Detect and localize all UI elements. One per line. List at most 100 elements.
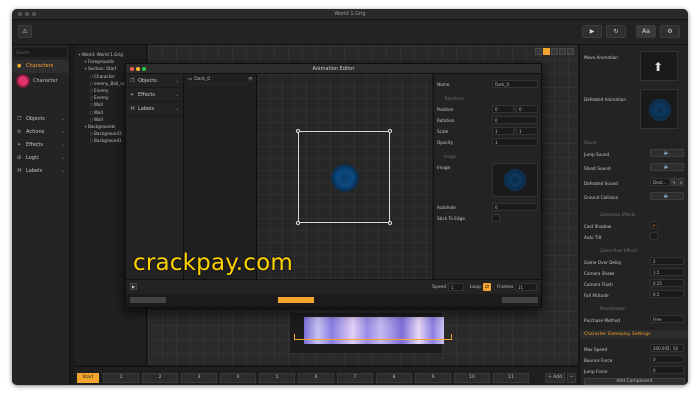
add-section-button[interactable]: + Add [545, 373, 565, 383]
warning-icon[interactable]: ⚠ [18, 25, 32, 38]
timeline-slot[interactable]: 3 [181, 373, 217, 383]
camera-shake-field[interactable]: 1.5 [650, 268, 684, 276]
tool-select-icon[interactable] [543, 48, 550, 55]
play-icon[interactable]: ▶ [582, 25, 602, 38]
image-thumbnail[interactable] [492, 163, 538, 197]
star-icon: ✦ [17, 142, 22, 148]
cast-shadow-checkbox[interactable]: ✔ [650, 221, 658, 229]
tool-zoom-icon[interactable] [559, 48, 566, 55]
fall-altitude-field[interactable]: 0.5 [650, 290, 684, 298]
resize-handle[interactable] [296, 129, 300, 133]
timeline-slot[interactable]: 2 [142, 373, 178, 383]
game-frame[interactable] [290, 313, 444, 353]
modal-window-controls[interactable] [130, 67, 146, 71]
position-x-field[interactable]: 0 [492, 105, 514, 113]
hierarchy-row-label: World: World 1.Grig [82, 52, 123, 57]
chevron-down-icon: ⌄ [174, 106, 179, 112]
minimize-icon[interactable] [136, 67, 140, 71]
close-icon[interactable] [130, 67, 134, 71]
purchase-method-select[interactable]: Free [650, 315, 684, 323]
chevron-down-icon: ⌄ [60, 168, 65, 174]
jump-sound-label: Jump Sound [584, 152, 610, 157]
move-animation-thumbnail[interactable]: ⬆ [640, 51, 678, 81]
name-field[interactable]: Dark_0 [492, 80, 538, 88]
gear-icon[interactable]: ⚙ [660, 25, 680, 38]
edit-pencil-icon[interactable]: ✎ [671, 178, 677, 186]
timeline-slot[interactable]: 10 [454, 373, 490, 383]
timeline-slot[interactable]: 6 [298, 373, 334, 383]
hierarchy-row-label: Backgrounds [88, 123, 116, 129]
sidebar-item-characters[interactable]: ● Characters [12, 60, 69, 73]
resize-handle[interactable] [296, 221, 300, 225]
animation-track[interactable] [126, 294, 541, 307]
modal-category-objects[interactable]: ❒ Objects ⌄ [126, 74, 183, 88]
opacity-field[interactable]: 1 [492, 138, 538, 146]
camera-flash-field[interactable]: 0.25 [650, 279, 684, 287]
opacity-label: Opacity [437, 140, 454, 145]
selection-box[interactable] [296, 129, 392, 225]
jump-force-field[interactable]: 0 [650, 366, 684, 374]
category-label: Labels [138, 106, 155, 112]
loop-toggle[interactable]: ⇄ [483, 283, 491, 291]
scale-x-field[interactable]: 1 [492, 127, 514, 135]
resize-handle[interactable] [388, 221, 392, 225]
character-ball-thumbnail [18, 76, 28, 86]
modal-category-effects[interactable]: ✦ Effects ⌄ [126, 88, 183, 102]
speed-field[interactable]: 1 [448, 283, 464, 291]
remove-icon[interactable]: × [678, 178, 684, 186]
remove-section-button[interactable]: − [567, 373, 576, 383]
bounce-force-field[interactable]: 0 [650, 355, 684, 363]
add-component-button[interactable]: Add Component [584, 378, 685, 385]
tool-layer-icon[interactable] [567, 48, 574, 55]
sidebar-item-logic[interactable]: ⊞ Logic ⌄ [12, 152, 69, 165]
track-range-left[interactable] [130, 297, 166, 303]
star-icon: ✦ [130, 92, 135, 98]
scale-y-field[interactable]: 1 [516, 127, 538, 135]
frames-field[interactable]: 11 [515, 283, 537, 291]
max-speed-field[interactable]: 200.001 [650, 344, 670, 352]
ground-collision-speaker-icon[interactable]: 🔈 [650, 192, 684, 200]
gameplay-settings-header[interactable]: Character Gameplay Settings [580, 330, 688, 339]
auto-tilt-checkbox[interactable] [650, 232, 658, 240]
jump-sound-speaker-icon[interactable]: 🔈 [650, 149, 684, 157]
resize-handle[interactable] [388, 129, 392, 133]
category-label: Effects [138, 92, 155, 98]
timeline-slot[interactable]: 8 [376, 373, 412, 383]
sidebar-item-actions[interactable]: ⚙ Actions ⌄ [12, 126, 69, 139]
track-frame-selected[interactable] [278, 297, 314, 303]
max-speed-field-2[interactable]: 50 [670, 344, 684, 352]
tool-grid-icon[interactable] [535, 48, 542, 55]
timeline-slot[interactable]: 5 [259, 373, 295, 383]
layer-item[interactable]: ▭ Dark_0 [188, 76, 248, 84]
timeline-slot[interactable]: 4 [220, 373, 256, 383]
sidebar-item-effects[interactable]: ✦ Effects ⌄ [12, 139, 69, 152]
timeline-slot[interactable]: 9 [415, 373, 451, 383]
gallery-item-character[interactable]: Character [18, 76, 58, 86]
position-y-field[interactable]: 0 [516, 105, 538, 113]
defeated-sound-field[interactable]: Deat... [650, 178, 670, 186]
person-icon: ● [17, 63, 22, 69]
game-over-delay-field[interactable]: 2 [650, 257, 684, 265]
defeated-animation-thumbnail[interactable] [640, 89, 678, 129]
animation-canvas[interactable] [258, 74, 432, 279]
start-slot[interactable]: Start [77, 373, 99, 383]
autohide-field[interactable]: 0 [492, 203, 538, 211]
sidebar-item-labels[interactable]: ⌘ Labels ⌄ [12, 165, 69, 178]
play-icon[interactable]: ▶ [130, 283, 137, 290]
timeline-slot[interactable]: 11 [493, 373, 529, 383]
timeline-slot[interactable]: 7 [337, 373, 373, 383]
track-range-right[interactable] [502, 297, 538, 303]
hierarchy-row[interactable]: ▾World: World 1.Grig [75, 51, 146, 58]
shoot-sound-speaker-icon[interactable]: 🔈 [650, 163, 684, 171]
rotation-field[interactable]: 0 [492, 116, 538, 124]
timeline-slot[interactable]: 1 [103, 373, 139, 383]
visibility-icon[interactable]: 👁 [248, 76, 253, 81]
stick-to-edge-checkbox[interactable] [492, 214, 500, 222]
refresh-icon[interactable]: ↻ [606, 25, 626, 38]
tool-move-icon[interactable] [551, 48, 558, 55]
modal-category-labels[interactable]: ⌘ Labels ⌄ [126, 102, 183, 116]
text-style-button[interactable]: Aa [636, 25, 656, 38]
maximize-icon[interactable] [142, 67, 146, 71]
search-input[interactable]: Search [14, 48, 67, 57]
sidebar-item-objects[interactable]: ❒ Objects ⌄ [12, 113, 69, 126]
